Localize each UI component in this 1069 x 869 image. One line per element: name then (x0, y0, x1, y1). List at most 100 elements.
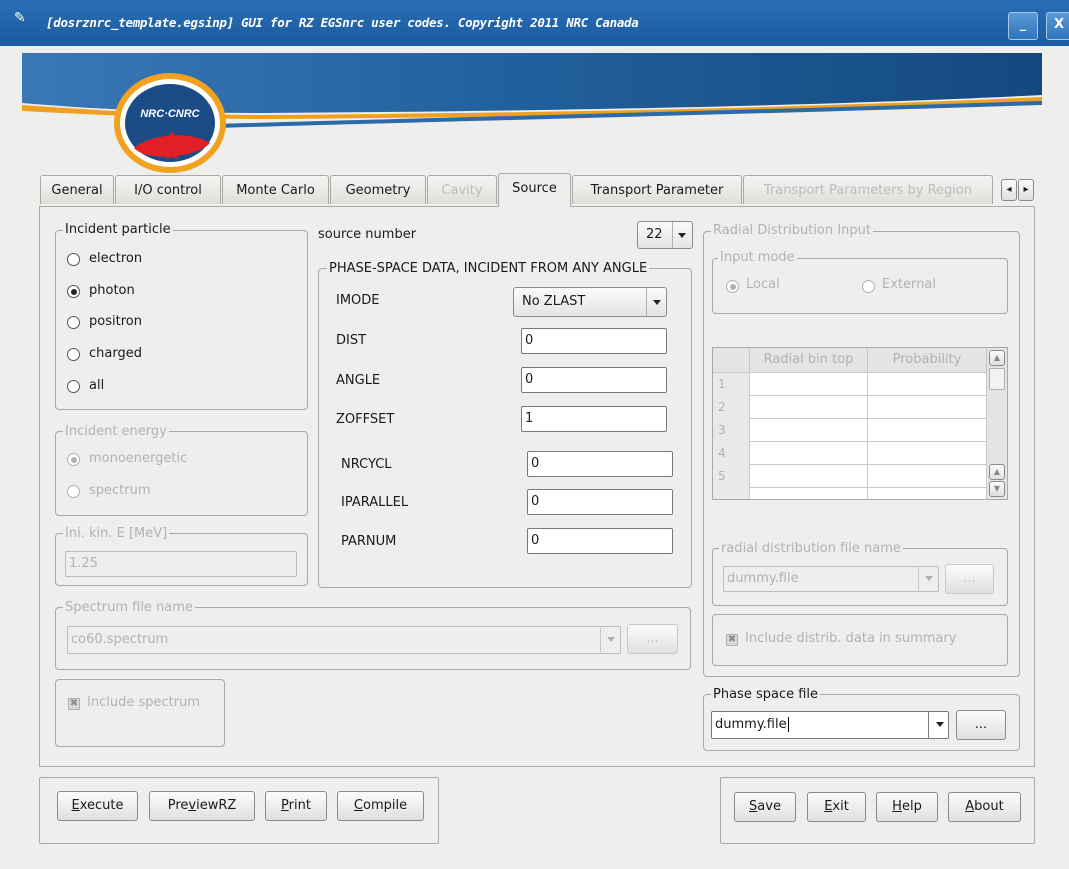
execute-button[interactable]: Execute (57, 791, 138, 821)
dist-label: DIST (336, 333, 367, 348)
tab-scroll-left-button[interactable]: ◂ (1001, 179, 1017, 201)
source-number-value: 22 (646, 227, 663, 242)
tab-monte-carlo[interactable]: Monte Carlo (222, 175, 329, 204)
phase-space-file-title: Phase space file (711, 687, 821, 702)
dist-field[interactable]: 0 (521, 328, 667, 354)
phase-space-file-combo[interactable]: dummy.file (711, 711, 949, 739)
chevron-down-icon (936, 722, 944, 727)
radio-charged[interactable] (67, 348, 80, 361)
tab-label: Cavity (441, 183, 483, 198)
nrc-banner: NRC·CNRC (22, 53, 1042, 173)
radio-label-local: Local (746, 277, 780, 292)
phase-space-dropdown-button[interactable] (928, 711, 950, 739)
table-body: 1 2 3 4 5 (713, 373, 986, 499)
save-button[interactable]: Save (734, 792, 796, 822)
radial-file-title: radial distribution file name (719, 541, 903, 556)
tab-label: General (51, 183, 103, 198)
tab-io-control[interactable]: I/O control (115, 175, 221, 204)
tab-source[interactable]: Source (498, 173, 571, 207)
radio-label-electron: electron (89, 251, 143, 266)
mnemonic: P (281, 798, 289, 813)
radio-label-photon: photon (89, 283, 135, 298)
incident-particle-title: Incident particle (63, 222, 173, 237)
table-scrollbar[interactable]: ▲ ▲ ▼ (986, 348, 1007, 499)
tab-label: Geometry (345, 183, 411, 198)
phase-space-data-title: PHASE-SPACE DATA, INCIDENT FROM ANY ANGL… (327, 261, 650, 276)
exit-button[interactable]: Exit (807, 792, 866, 822)
radio-positron[interactable] (67, 316, 80, 329)
table-grid (713, 373, 986, 499)
iparallel-field[interactable]: 0 (527, 489, 673, 515)
radio-external[interactable] (862, 280, 875, 293)
ini-kin-e-field[interactable]: 1.25 (65, 551, 297, 577)
spectrum-file-combo[interactable]: co60.spectrum (67, 626, 621, 654)
close-button[interactable]: X (1046, 12, 1069, 40)
radio-monoenergetic[interactable] (67, 453, 80, 466)
print-button[interactable]: Print (265, 791, 327, 821)
radio-label-charged: charged (89, 346, 142, 361)
button-label: elp (901, 799, 922, 814)
window-title: [dosrznrc_template.egsinp] GUI for RZ EG… (46, 15, 639, 30)
app-icon: ✎ (14, 10, 26, 26)
button-label: bout (974, 799, 1004, 814)
radial-file-combo[interactable]: dummy.file (723, 566, 939, 592)
mnemonic: A (965, 799, 975, 814)
row-header: 1 (718, 377, 726, 391)
include-spectrum-checkbox[interactable]: ✖ (68, 698, 80, 710)
col-header-probability[interactable]: Probability (868, 348, 986, 373)
row-header: 5 (718, 469, 726, 483)
minimize-button[interactable]: _ (1008, 12, 1038, 40)
tab-cavity[interactable]: Cavity (427, 175, 497, 204)
radio-photon[interactable] (67, 285, 80, 298)
help-button[interactable]: Help (876, 792, 938, 822)
radio-label-all: all (89, 378, 105, 393)
preview-rz-button[interactable]: PreviewRZ (149, 791, 255, 821)
spectrum-browse-button[interactable]: ... (627, 624, 678, 654)
arrow-right-icon: ▸ (1023, 184, 1029, 195)
input-mode-title: Input mode (718, 250, 797, 265)
tab-scroll-right-button[interactable]: ▸ (1018, 179, 1034, 201)
radio-all[interactable] (67, 380, 80, 393)
nrcycl-field[interactable]: 0 (527, 451, 673, 477)
phase-space-file-value: dummy.file (715, 717, 787, 732)
mnemonic: C (353, 798, 363, 813)
radio-spectrum[interactable] (67, 485, 80, 498)
phase-space-browse-button[interactable]: ... (956, 710, 1006, 740)
scroll-thumb[interactable] (989, 368, 1005, 390)
scroll-up-button[interactable]: ▲ (989, 350, 1005, 366)
imode-label: IMODE (336, 293, 380, 308)
tab-general[interactable]: General (40, 175, 114, 204)
include-spectrum-label: Include spectrum (87, 695, 200, 710)
angle-field[interactable]: 0 (521, 367, 667, 393)
parnum-field[interactable]: 0 (527, 528, 673, 554)
compile-button[interactable]: Compile (337, 791, 424, 821)
tab-transport-by-region[interactable]: Transport Parameters by Region (743, 175, 993, 204)
zoffset-field[interactable]: 1 (521, 406, 667, 432)
imode-combo[interactable]: No ZLAST (513, 287, 667, 317)
tab-geometry[interactable]: Geometry (330, 175, 426, 204)
radio-electron[interactable] (67, 253, 80, 266)
tab-transport-parameter[interactable]: Transport Parameter (572, 175, 742, 204)
text-cursor (787, 717, 789, 732)
spectrum-file-title: Spectrum file name (63, 600, 195, 615)
chevron-down-icon (678, 233, 686, 238)
col-header-radial-bin-top[interactable]: Radial bin top (750, 348, 868, 373)
parnum-label: PARNUM (341, 534, 397, 549)
radial-distribution-title: Radial Distribution Input (711, 223, 873, 238)
spectrum-dropdown-button[interactable] (600, 626, 621, 654)
radio-local[interactable] (726, 280, 739, 293)
about-button[interactable]: About (948, 792, 1021, 822)
radial-browse-button[interactable]: ... (945, 564, 994, 594)
radial-dropdown-button[interactable] (918, 566, 939, 592)
mnemonic: H (892, 799, 902, 814)
scroll-up-button-2[interactable]: ▲ (989, 464, 1005, 480)
radio-label-spectrum: spectrum (89, 483, 151, 498)
scroll-down-button[interactable]: ▼ (989, 481, 1005, 497)
radial-table[interactable]: Radial bin top Probability 1 2 3 4 5 ▲ ▲… (712, 347, 1008, 500)
imode-value: No ZLAST (522, 294, 586, 309)
mnemonic: E (71, 798, 80, 813)
source-number-combo[interactable]: 22 (637, 221, 693, 249)
close-icon: X (1053, 17, 1065, 32)
incident-energy-title: Incident energy (63, 424, 169, 439)
include-distrib-checkbox[interactable]: ✖ (726, 634, 738, 646)
